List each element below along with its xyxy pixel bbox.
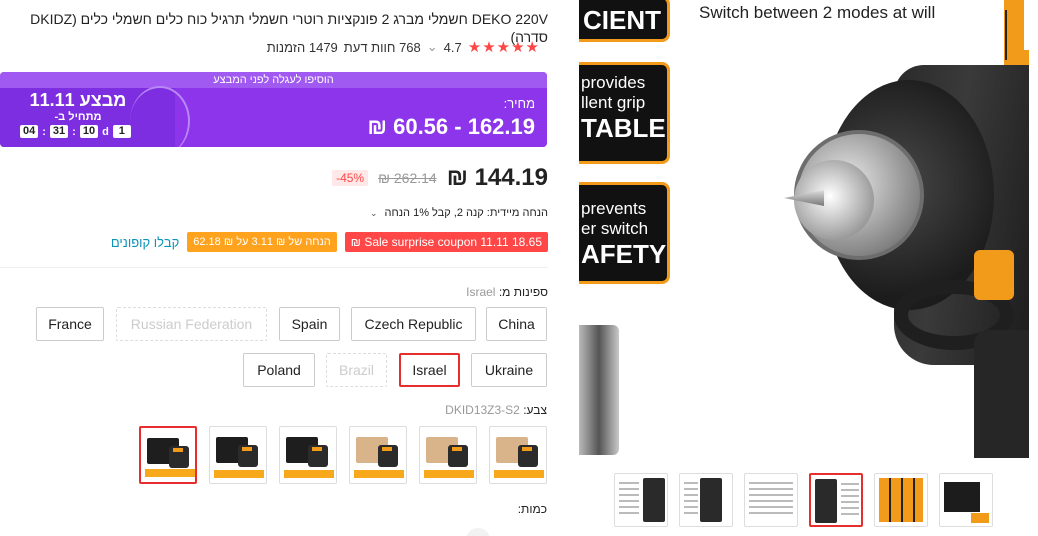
color-swatch-4[interactable]	[279, 426, 337, 484]
countdown-timer: 04 : 31 : 10 d 1	[20, 125, 131, 138]
reviews-link[interactable]: 768 חוות דעת	[344, 40, 421, 55]
feature-card-efficient: CIENT	[579, 0, 670, 42]
feature-card-text: TABLE	[581, 113, 666, 143]
color-swatch-1[interactable]	[489, 426, 547, 484]
instant-discount-text: הנחה מיידית: קנה 2, קבל 1% הנחה	[384, 207, 548, 219]
countdown-minutes: 31	[49, 125, 69, 138]
divider	[0, 267, 548, 268]
ship-option-israel[interactable]: Israel	[399, 353, 460, 387]
chevron-down-icon: ⌄	[369, 208, 378, 218]
promo-banner: הוסיפו לעגלה לפני המבצע מבצע 11.11 מתחיל…	[0, 72, 547, 147]
ship-option-poland[interactable]: Poland	[243, 353, 315, 387]
ship-option-spain[interactable]: Spain	[279, 307, 340, 341]
drill-image	[784, 40, 1029, 458]
discount-badge: -45%	[332, 170, 369, 186]
color-swatch-3[interactable]	[349, 426, 407, 484]
countdown-days: 1	[112, 125, 131, 138]
current-price-row: ₪ 144.19 ₪ 262.14 -45%	[332, 164, 548, 192]
feature-card-text: AFETY	[581, 239, 667, 269]
countdown-hours: 10	[79, 125, 99, 138]
drill-orange-button	[974, 250, 1014, 300]
countdown-days-unit: d	[102, 125, 109, 138]
gallery-thumb-3[interactable]	[809, 473, 863, 527]
sale-coupon-badge[interactable]: ₪ Sale surprise coupon 11.11 18.65	[344, 232, 548, 252]
rating-stars-icon[interactable]: ★★★★★	[468, 38, 540, 56]
get-coupons-link[interactable]: קבלו קופונים	[111, 235, 179, 250]
promo-top-strip: הוסיפו לעגלה לפני המבצע	[0, 72, 547, 88]
blurred-object	[579, 325, 619, 455]
color-title: צבע:	[523, 403, 547, 417]
ships-from-title: ספינות מ:	[498, 285, 548, 299]
price-label: מחיר:	[503, 96, 535, 111]
feature-card-text: provides	[581, 73, 646, 92]
orders-count: 1479 הזמנות	[266, 39, 338, 55]
instant-discount[interactable]: הנחה מיידית: קנה 2, קבל 1% הנחה ⌄	[370, 207, 548, 219]
ships-from-label: ספינות מ: Israel	[466, 285, 548, 299]
countdown-sep: :	[72, 125, 76, 138]
countdown-seconds: 04	[20, 125, 39, 138]
gallery-thumb-4[interactable]	[744, 473, 798, 527]
ship-option-russian-federation: Russian Federation	[116, 307, 267, 341]
feature-card-text: CIENT	[583, 5, 661, 35]
original-price: ₪ 262.14	[378, 170, 437, 186]
product-image-viewer[interactable]: CIENT provides llent grip TABLE prevents…	[579, 0, 1029, 458]
ship-option-brazil: Brazil	[326, 353, 387, 387]
quantity-label: כמות:	[517, 502, 547, 516]
ship-option-france[interactable]: France	[36, 307, 104, 341]
feature-card-text: llent grip	[581, 93, 646, 112]
color-swatch-6[interactable]	[139, 426, 197, 484]
color-label: צבע: DKID13Z3-S2	[445, 403, 547, 417]
gallery-headline: Switch between 2 modes at will	[699, 3, 936, 22]
promo-event-title: מבצע 11.11	[29, 90, 127, 110]
ship-option-china[interactable]: China	[486, 307, 547, 341]
rating-row: ★★★★★ 4.7 ⌄ 768 חוות דעת 1479 הזמנות	[267, 38, 540, 56]
promo-starts-label: מתחיל ב-	[54, 111, 102, 123]
ship-option-ukraine[interactable]: Ukraine	[471, 353, 547, 387]
coupons-row: ₪ Sale surprise coupon 11.11 18.65 הנחה …	[111, 232, 548, 252]
gallery-thumb-6[interactable]	[614, 473, 668, 527]
price-range: ₪ 60.56 - 162.19	[367, 114, 535, 139]
countdown-sep: :	[42, 125, 46, 138]
feature-card-text: prevents	[581, 199, 647, 218]
feature-card-safety: prevents er switch AFETY	[579, 182, 670, 284]
gallery-thumb-5[interactable]	[679, 473, 733, 527]
feature-card-text: er switch	[581, 219, 649, 238]
color-swatch-5[interactable]	[209, 426, 267, 484]
ship-option-czech-republic[interactable]: Czech Republic	[351, 307, 476, 341]
current-price: ₪ 144.19	[446, 164, 548, 191]
ships-from-value: Israel	[466, 285, 496, 299]
color-swatch-2[interactable]	[419, 426, 477, 484]
chevron-down-icon[interactable]: ⌄	[427, 39, 438, 55]
gallery-thumb-1[interactable]	[939, 473, 993, 527]
drill-handle	[974, 330, 1029, 458]
rating-value: 4.7	[443, 39, 462, 55]
store-coupon-badge[interactable]: הנחה של ₪ 3.11 על ₪ 62.18	[187, 232, 337, 252]
color-value: DKID13Z3-S2	[445, 403, 520, 417]
gallery-thumb-2[interactable]	[874, 473, 928, 527]
feature-card-stable: provides llent grip TABLE	[579, 62, 670, 164]
